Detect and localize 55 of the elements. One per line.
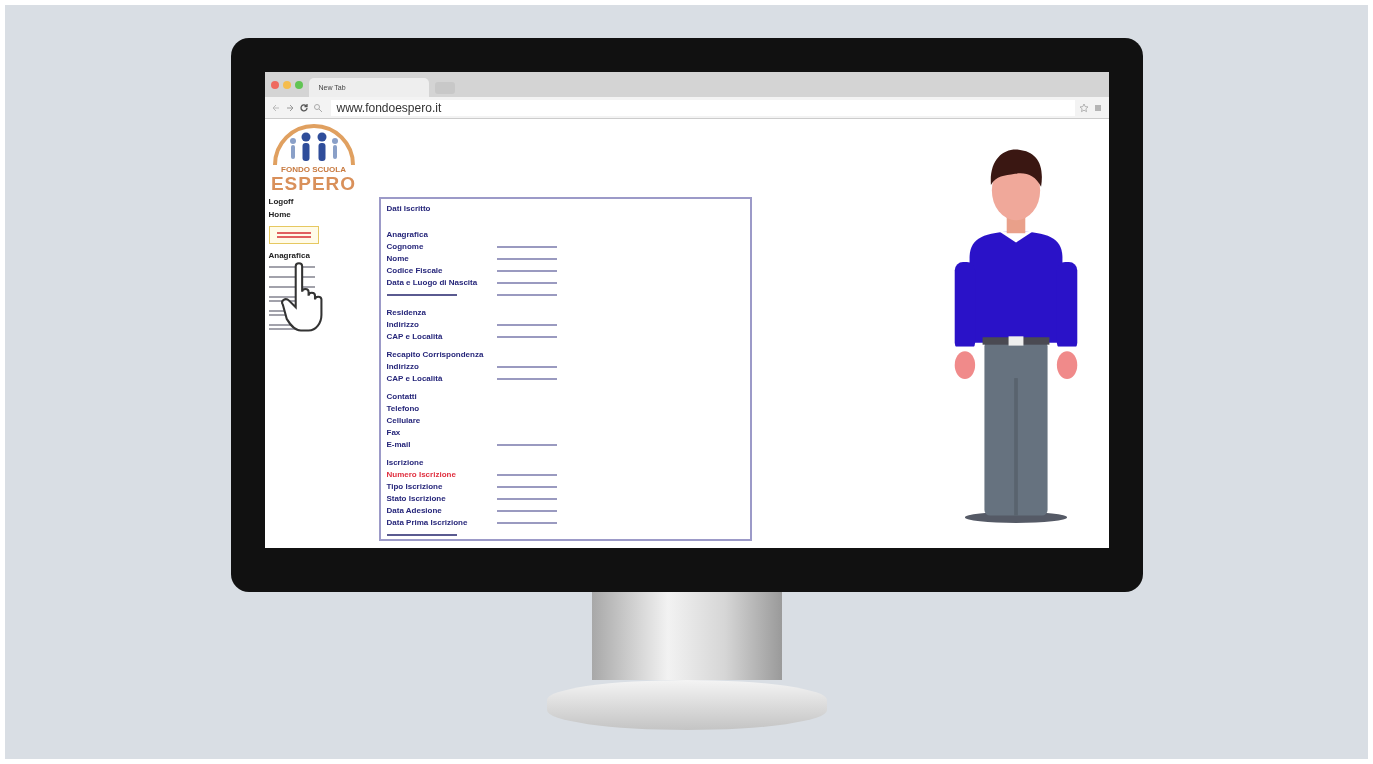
field-label: Indirizzo (386, 320, 420, 329)
search-icon (312, 102, 323, 113)
blurred-value (496, 269, 557, 272)
card-title: Dati Iscritto (386, 204, 432, 213)
blurred-value (496, 473, 557, 476)
field-label: Codice Fiscale (386, 266, 444, 275)
sidebar-link[interactable]: Anagrafica (268, 251, 310, 260)
field-label: Indirizzo (386, 362, 420, 371)
back-arrow-icon[interactable] (270, 102, 281, 113)
field-label: Cognome (386, 242, 425, 251)
field-label: Data e Luogo di Nascita (386, 278, 479, 287)
field-label: Cellulare (386, 416, 422, 425)
field-label: Fax (386, 428, 402, 437)
field-label: Data Adesione (386, 506, 443, 515)
url-field[interactable]: www.fondoespero.it (330, 99, 1075, 116)
blurred-value (496, 323, 557, 326)
section-title: Iscrizione (386, 458, 425, 467)
field-label: Numero Iscrizione (386, 470, 457, 479)
logo-tagline: FONDO SCUOLA (281, 165, 346, 174)
blurred-value (496, 365, 557, 368)
sidebar-button[interactable] (268, 226, 319, 244)
section-title: Recapito Corrispondenza (386, 350, 485, 359)
field-label: Tipo Iscrizione (386, 482, 444, 491)
blurred-value (496, 509, 557, 512)
field-label: E-mail (386, 440, 412, 449)
blurred-value (496, 497, 557, 500)
logo-icon (270, 121, 357, 165)
blurred-value (496, 521, 557, 524)
section-title: Contatti (386, 392, 418, 401)
blurred-value (496, 335, 557, 338)
section-title: Anagrafica (386, 230, 429, 239)
field-label: CAP e Località (386, 332, 444, 341)
field-label: Telefono (386, 404, 421, 413)
sidebar-link[interactable]: Home (268, 210, 291, 219)
logo-wordmark: ESPERO (270, 174, 357, 193)
blurred-value (496, 377, 557, 380)
reload-icon[interactable] (298, 102, 309, 113)
star-icon[interactable] (1078, 102, 1089, 113)
blurred-value (496, 293, 557, 296)
sidebar-link[interactable]: Logoff (268, 197, 294, 206)
blurred-value (496, 281, 557, 284)
field-label: Nome (386, 254, 410, 263)
blurred-value (496, 257, 557, 260)
field-label: Stato Iscrizione (386, 494, 447, 503)
blurred-label (386, 293, 457, 296)
field-label: Data Prima Iscrizione (386, 518, 469, 527)
section-title: Residenza (386, 308, 428, 317)
blurred-value (496, 245, 557, 248)
field-label: CAP e Località (386, 374, 444, 383)
blurred-value (496, 485, 557, 488)
blurred-label (386, 533, 457, 536)
menu-icon[interactable] (1092, 102, 1103, 113)
close-icon[interactable] (270, 80, 279, 89)
maximize-icon[interactable] (294, 80, 303, 89)
blurred-value (496, 443, 557, 446)
